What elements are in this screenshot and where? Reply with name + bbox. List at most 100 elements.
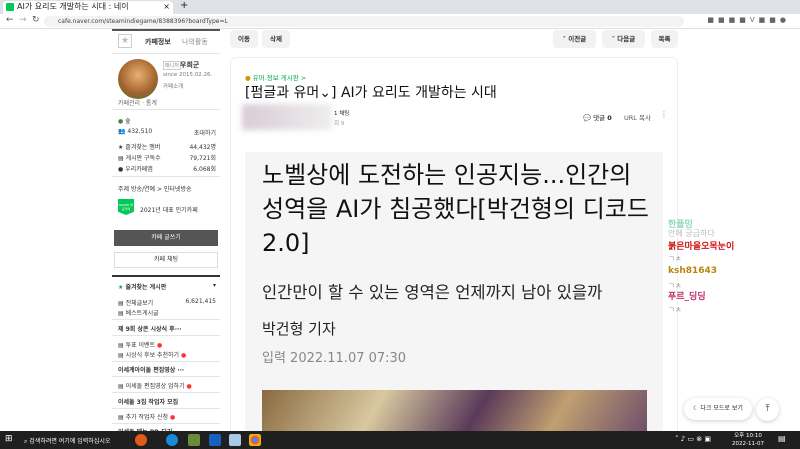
more-icon[interactable]: ⋮ — [660, 110, 668, 119]
member-count: 432,510 — [127, 128, 153, 135]
search-placeholder: 검색하려면 여기에 입력하십시오 — [29, 438, 111, 445]
cafe-grade: 숲 — [125, 118, 131, 125]
minecraft-icon[interactable] — [188, 434, 200, 446]
cafe-profile-image — [118, 59, 158, 99]
board-link[interactable]: 베스트게시글 — [126, 310, 159, 317]
fav-members-label: 즐겨찾는 멤버 — [125, 144, 161, 151]
invite-link[interactable]: 초대하기 — [194, 128, 216, 137]
naver-badge: NAVER 대표카페 — [118, 199, 134, 215]
comment-label: 댓글 — [593, 114, 606, 122]
caret-down-icon[interactable]: ▾ — [213, 282, 216, 289]
article-headline: 노벨상에 도전하는 인공지능...인간의 성역을 AI가 침공했다[박건형의 디… — [262, 161, 649, 257]
chat-username: 붉은마을오목눈이 — [668, 242, 735, 252]
comment-count: 0 — [607, 114, 612, 122]
chat-overlay: 한플밍 안에 궁금하다 붉은마을오목눈이 ㄱㅊ ksh81643 ㄱㅊ 푸르_딩… — [660, 200, 800, 431]
clock[interactable]: 오후 10:10 2022-11-07 — [732, 432, 764, 448]
board-link[interactable]: 추가 작업자 신청 — [126, 414, 168, 421]
reporter: 박건형 기자 — [262, 320, 336, 338]
board-link[interactable]: ● 유머.정보 게시판 > — [245, 72, 306, 82]
tray-icons[interactable]: ˄ ♪ ▭ ⊗ ▣ — [675, 435, 711, 443]
chat-message: 안에 궁금하다 — [668, 229, 715, 238]
board-label: 유머.정보 게시판 > — [252, 74, 307, 82]
view-count: 회 9 — [334, 121, 345, 127]
app-icon[interactable] — [135, 434, 147, 446]
new-badge-icon: ● — [157, 342, 163, 349]
dark-mode-button[interactable]: ☾ 다크 모드로 보기 — [684, 398, 752, 420]
new-tab-button[interactable]: + — [180, 0, 188, 11]
list-button[interactable]: 목록 — [651, 30, 678, 48]
taskbar: ⊞ ⌕ 검색하려면 여기에 입력하십시오 ˄ ♪ ▭ ⊗ ▣ 오후 10:10 2… — [0, 431, 800, 449]
move-button[interactable]: 이동 — [230, 30, 258, 48]
next-post-button[interactable]: ˅ 다음글 — [602, 30, 645, 48]
taskbar-search[interactable]: ⌕ 검색하려면 여기에 입력하십시오 — [24, 436, 110, 446]
address-bar-row: ← → ↻ cafe.naver.com/steamindiegame/8388… — [0, 14, 800, 29]
board-icon: ● — [245, 74, 251, 82]
scroll-top-button[interactable]: ⤒ — [756, 398, 779, 421]
app-label: 우리카페앱 — [125, 166, 153, 173]
new-badge-icon: ● — [186, 383, 192, 390]
cafe-chat-button[interactable]: 카페 채팅 — [114, 252, 218, 268]
all-posts-count: 6,621,415 — [185, 298, 216, 305]
prev-post-button[interactable]: ˄ 이전글 — [553, 30, 596, 48]
board-link[interactable]: 이세돌 편집영상 업하기 — [126, 383, 185, 390]
app-v-icon[interactable] — [209, 434, 221, 446]
manager-label: 매니저 — [163, 61, 181, 70]
chrome-icon[interactable] — [249, 434, 261, 446]
windows-start-icon[interactable]: ⊞ — [5, 434, 13, 444]
url-copy-button[interactable]: URL 복사 — [624, 112, 651, 122]
app-count: 6,068회 — [193, 166, 216, 173]
comment-button[interactable]: 💬 댓글 0 — [583, 112, 612, 122]
write-post-button[interactable]: 카페 글쓰기 — [114, 230, 218, 246]
board-group-header[interactable]: 제 9회 상콘 시상식 후··· — [118, 324, 216, 333]
app-icon[interactable] — [229, 434, 241, 446]
date: 2022-11-07 — [732, 441, 764, 447]
board-group-header[interactable]: 이세돌 3집 작업자 모집 — [118, 397, 216, 406]
star-icon[interactable]: ★ — [118, 34, 132, 48]
cafe-topic: 주제 방송/연예 > 인터넷방송 — [118, 186, 192, 193]
chat-username: ksh81643 — [668, 266, 718, 276]
reload-icon[interactable]: ↻ — [32, 15, 40, 25]
fav-members-count: 44,432명 — [189, 144, 216, 151]
manager-name[interactable]: 우희군 — [180, 60, 199, 70]
chat-message: ㄱㅊ — [668, 305, 682, 314]
board-subs-label: 게시판 구독수 — [125, 155, 161, 162]
cafe-intro-link[interactable]: 카페소개 — [163, 82, 183, 90]
all-posts-link[interactable]: 전체글보기 — [126, 300, 154, 307]
article-subtitle: 인간만이 할 수 있는 영역은 언제까지 남아 있을까 — [262, 283, 603, 302]
delete-button[interactable]: 삭제 — [262, 30, 290, 48]
tab-cafe-info[interactable]: 카페정보 — [145, 37, 171, 47]
close-icon[interactable]: × — [163, 1, 170, 13]
badge-text: 2021년 대표 인기카페 — [140, 207, 198, 214]
prev-label: 이전글 — [568, 35, 587, 43]
tab-bar: AI가 요리도 개발하는 시대 : 네이 × + — [0, 0, 800, 14]
stats-link[interactable]: 통계 — [146, 100, 157, 107]
blurred-author — [242, 104, 332, 130]
publish-date: 입력 2022.11.07 07:30 — [262, 351, 407, 366]
star-icon: ★ — [118, 284, 124, 291]
naver-cafe-favicon — [6, 3, 14, 11]
board-group-header[interactable]: 이세계아이돌 편집영상 ··· — [118, 365, 216, 374]
new-badge-icon: ● — [181, 352, 187, 359]
chat-message: ㄱㅊ — [668, 254, 682, 263]
board-subs-count: 79,721회 — [189, 155, 216, 162]
time: 오후 10:10 — [734, 433, 762, 439]
grade-icon: ● — [118, 118, 124, 125]
url-input[interactable]: cafe.naver.com/steamindiegame/8388396?bo… — [44, 16, 684, 27]
cafe-admin-link[interactable]: 카페관리 — [118, 100, 140, 107]
article-content: 노벨상에 도전하는 인공지능...인간의 성역을 AI가 침공했다[박건형의 디… — [245, 152, 663, 442]
since-date: since 2015.02.26. — [163, 72, 213, 78]
extension-icons[interactable]: ■■■■V■■● — [707, 16, 790, 24]
browser-tab[interactable]: AI가 요리도 개발하는 시대 : 네이 × — [3, 1, 173, 14]
author-tag: 1 채팅 — [334, 111, 350, 117]
board-link[interactable]: 시상식 후보 추천하기 — [126, 352, 180, 359]
next-label: 다음글 — [617, 35, 636, 43]
forward-icon[interactable]: → — [19, 15, 27, 25]
article-title: [펌글과 유머⌄] AI가 요리도 개발하는 시대 — [245, 85, 497, 101]
tab-my-activity[interactable]: 나의활동 — [182, 37, 208, 47]
back-icon[interactable]: ← — [6, 15, 14, 25]
board-link[interactable]: 투표 이벤트 — [126, 342, 156, 349]
cafe-sidebar: ★ 카페정보 나의활동 매니저 우희군 since 2015.02.26. 카페… — [112, 29, 220, 436]
notification-icon[interactable]: ▤ — [778, 434, 786, 443]
edge-icon[interactable] — [166, 434, 178, 446]
chat-username: 푸르_딩딩 — [668, 292, 706, 302]
